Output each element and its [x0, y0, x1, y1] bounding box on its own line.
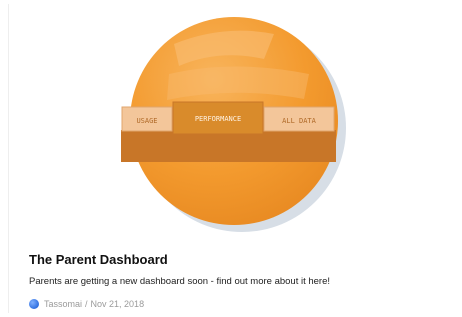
- post-meta: Tassomai / Nov 21, 2018: [29, 297, 144, 311]
- tab-usage[interactable]: USAGE: [121, 106, 173, 132]
- hero-image[interactable]: USAGE PERFORMANCE ALL DATA: [9, 4, 455, 236]
- meta-separator: /: [85, 299, 88, 309]
- post-date: Nov 21, 2018: [90, 299, 145, 309]
- post-card[interactable]: USAGE PERFORMANCE ALL DATA The Parent Da…: [8, 4, 455, 313]
- post-excerpt: Parents are getting a new dashboard soon…: [29, 276, 331, 287]
- author-avatar-icon: [29, 299, 39, 309]
- tab-performance[interactable]: PERFORMANCE: [172, 101, 264, 135]
- post-title[interactable]: The Parent Dashboard: [29, 252, 168, 267]
- tab-all-data-label: ALL DATA: [282, 117, 317, 125]
- tab-panel: [121, 130, 336, 162]
- dashboard-illustration: USAGE PERFORMANCE ALL DATA: [121, 17, 346, 232]
- tab-all-data[interactable]: ALL DATA: [263, 106, 335, 132]
- tab-performance-label: PERFORMANCE: [195, 115, 241, 123]
- tab-usage-label: USAGE: [136, 117, 157, 125]
- post-author[interactable]: Tassomai: [44, 299, 82, 309]
